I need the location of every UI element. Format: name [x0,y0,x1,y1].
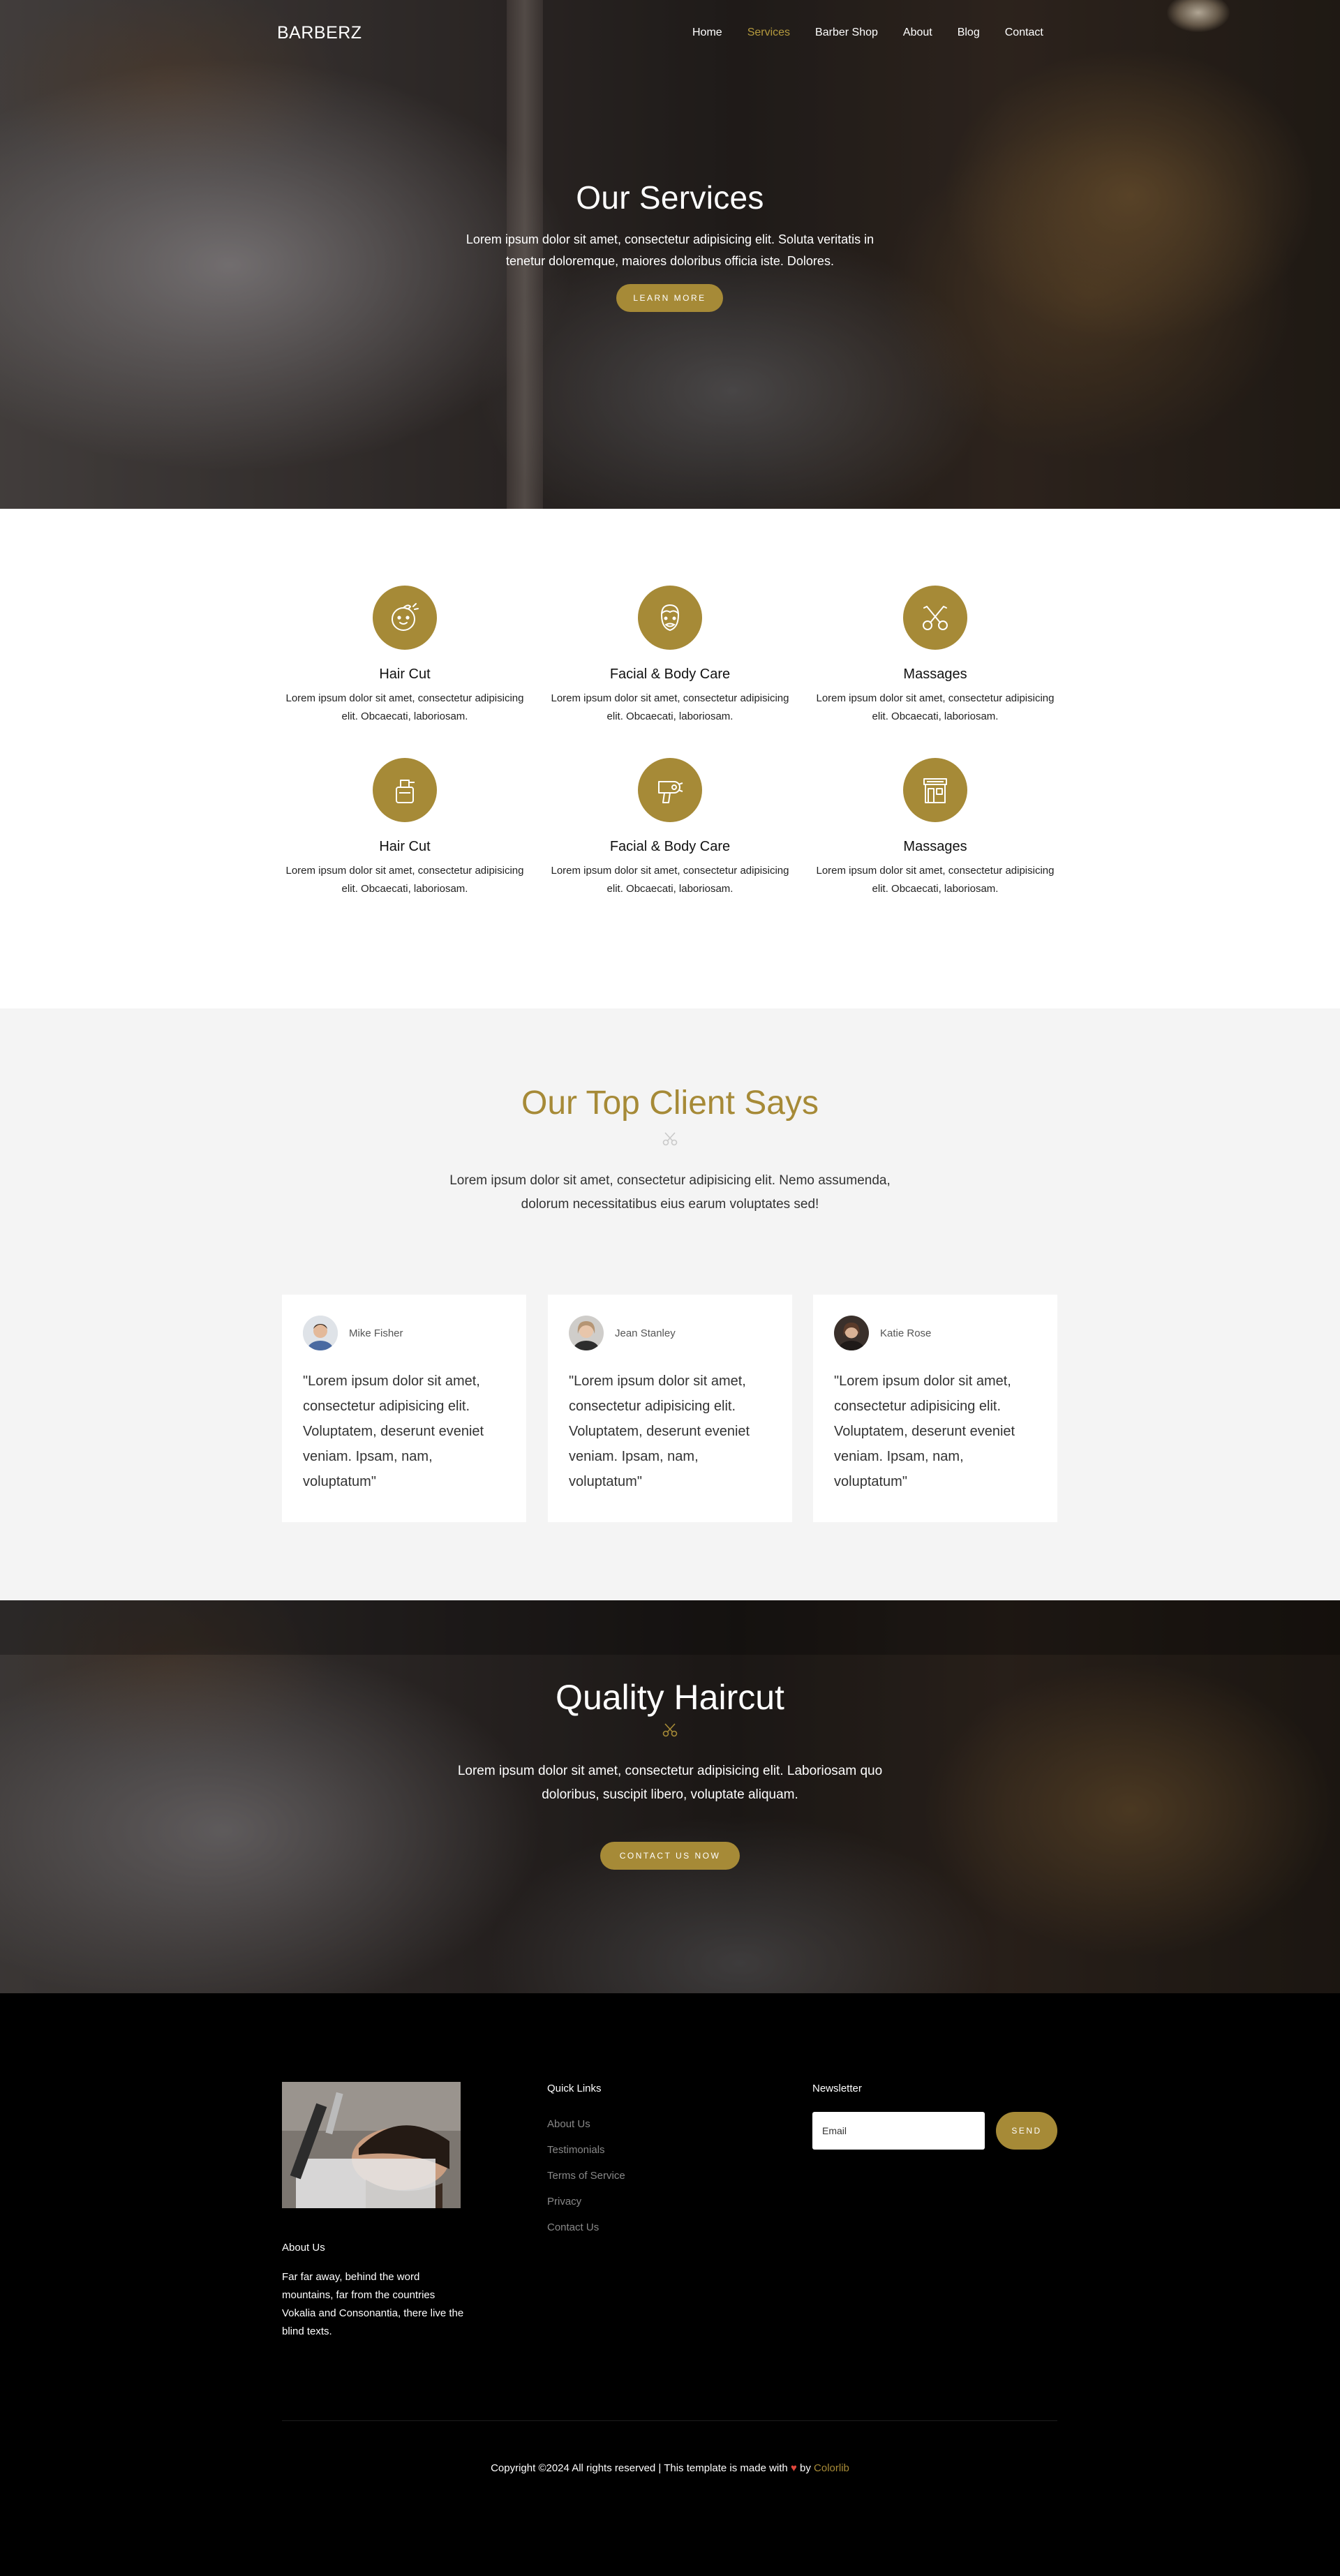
footer-about-text: Far far away, behind the word mountains,… [282,2271,464,2337]
cta-title: Quality Haircut [556,1678,784,1717]
service-text: Lorem ipsum dolor sit amet, consectetur … [285,865,524,895]
avatar [569,1316,604,1350]
footer-copyright: Copyright ©2024 All rights reserved | Th… [0,2462,1340,2474]
testimonial-header: Jean Stanley [569,1316,771,1350]
service-title: Hair Cut [379,839,431,854]
footer-link-privacy[interactable]: Privacy [547,2195,625,2208]
footer-divider [282,2420,1057,2421]
learn-more-button[interactable]: Learn More [616,284,723,312]
avatar [834,1316,869,1350]
newsletter-email-input[interactable] [812,2112,985,2150]
scissors-divider-icon [662,1723,678,1737]
copyright-by: by [800,2462,811,2474]
service-title: Massages [903,839,967,854]
service-title: Massages [903,667,967,682]
service-text: Lorem ipsum dolor sit amet, consectetur … [551,865,789,895]
testimonial-card: Mike Fisher "Lorem ipsum dolor sit amet,… [282,1295,526,1522]
testimonial-quote: "Lorem ipsum dolor sit amet, consectetur… [834,1373,1015,1489]
service-item: Facial & Body Care Lorem ipsum dolor sit… [544,586,796,726]
hero-title: Our Services [576,179,764,216]
testimonial-name: Katie Rose [880,1327,932,1339]
footer-quick-links: About Us Testimonials Terms of Service P… [547,2117,625,2247]
baby-face-icon [373,586,437,650]
newsletter-send-button[interactable]: Send [996,2112,1057,2150]
testimonial-name: Jean Stanley [615,1327,676,1339]
service-title: Hair Cut [379,667,431,682]
nav-barber-shop[interactable]: Barber Shop [815,27,878,39]
service-item: Facial & Body Care Lorem ipsum dolor sit… [544,758,796,898]
testimonial-card: Katie Rose "Lorem ipsum dolor sit amet, … [813,1295,1057,1522]
nav-about[interactable]: About [903,27,932,39]
testimonial-name: Mike Fisher [349,1327,403,1339]
footer-barber-image [282,2082,461,2208]
testimonial-quote: "Lorem ipsum dolor sit amet, consectetur… [569,1373,750,1489]
nav-links: Home Services Barber Shop About Blog Con… [692,27,1069,39]
testimonial-card: Jean Stanley "Lorem ipsum dolor sit amet… [548,1295,792,1522]
barber-shop-icon [903,758,967,822]
footer-link-contact-us[interactable]: Contact Us [547,2221,625,2234]
copyright-text: Copyright ©2024 All rights reserved | Th… [491,2462,788,2474]
man-face-icon [638,586,702,650]
service-item: Hair Cut Lorem ipsum dolor sit amet, con… [279,758,530,898]
service-text: Lorem ipsum dolor sit amet, consectetur … [816,692,1055,722]
hero-section: BARBERZ Home Services Barber Shop About … [0,0,1340,509]
cta-section: Quality Haircut Lorem ipsum dolor sit am… [0,1600,1340,1993]
service-text: Lorem ipsum dolor sit amet, consectetur … [551,692,789,722]
footer-link-terms-of-service[interactable]: Terms of Service [547,2169,625,2182]
service-title: Facial & Body Care [609,839,731,854]
service-item: Massages Lorem ipsum dolor sit amet, con… [810,758,1061,898]
footer-link-testimonials[interactable]: Testimonials [547,2143,625,2157]
service-text: Lorem ipsum dolor sit amet, consectetur … [285,692,524,722]
contact-us-now-button[interactable]: Contact Us Now [600,1842,740,1870]
top-navigation: BARBERZ Home Services Barber Shop About … [0,0,1340,70]
heart-icon: ♥ [790,2462,797,2474]
service-title: Facial & Body Care [609,667,731,682]
footer-newsletter-heading: Newsletter [812,2083,862,2094]
nav-contact[interactable]: Contact [1005,27,1043,39]
service-text: Lorem ipsum dolor sit amet, consectetur … [816,865,1055,895]
footer-about-heading: About Us [282,2242,325,2254]
hero-text: Lorem ipsum dolor sit amet, consectetur … [466,232,874,268]
cta-top-band [0,1600,1340,1655]
footer-link-about-us[interactable]: About Us [547,2117,625,2131]
scissors-divider-icon [662,1132,678,1146]
cta-text: Lorem ipsum dolor sit amet, consectetur … [457,1764,883,1802]
testimonials-section: Our Top Client Says Lorem ipsum dolor si… [0,1008,1340,1600]
testimonial-header: Mike Fisher [303,1316,505,1350]
brand-logo[interactable]: BARBERZ [277,23,362,43]
service-item: Massages Lorem ipsum dolor sit amet, con… [810,586,1061,726]
services-section: Hair Cut Lorem ipsum dolor sit amet, con… [0,509,1340,1008]
testimonials-title: Our Top Client Says [521,1085,819,1122]
colorlib-link[interactable]: Colorlib [814,2462,849,2474]
avatar [303,1316,338,1350]
service-item: Hair Cut Lorem ipsum dolor sit amet, con… [279,586,530,726]
testimonials-text: Lorem ipsum dolor sit amet, consectetur … [449,1173,891,1212]
footer: About Us Far far away, behind the word m… [0,1993,1340,2576]
nav-blog[interactable]: Blog [958,27,980,39]
nav-services[interactable]: Services [747,27,790,39]
testimonial-header: Katie Rose [834,1316,1036,1350]
scissors-icon [903,586,967,650]
footer-quick-links-heading: Quick Links [547,2083,602,2094]
testimonial-quote: "Lorem ipsum dolor sit amet, consectetur… [303,1373,484,1489]
nav-home[interactable]: Home [692,27,722,39]
hair-dryer-icon [638,758,702,822]
spray-bottle-icon [373,758,437,822]
